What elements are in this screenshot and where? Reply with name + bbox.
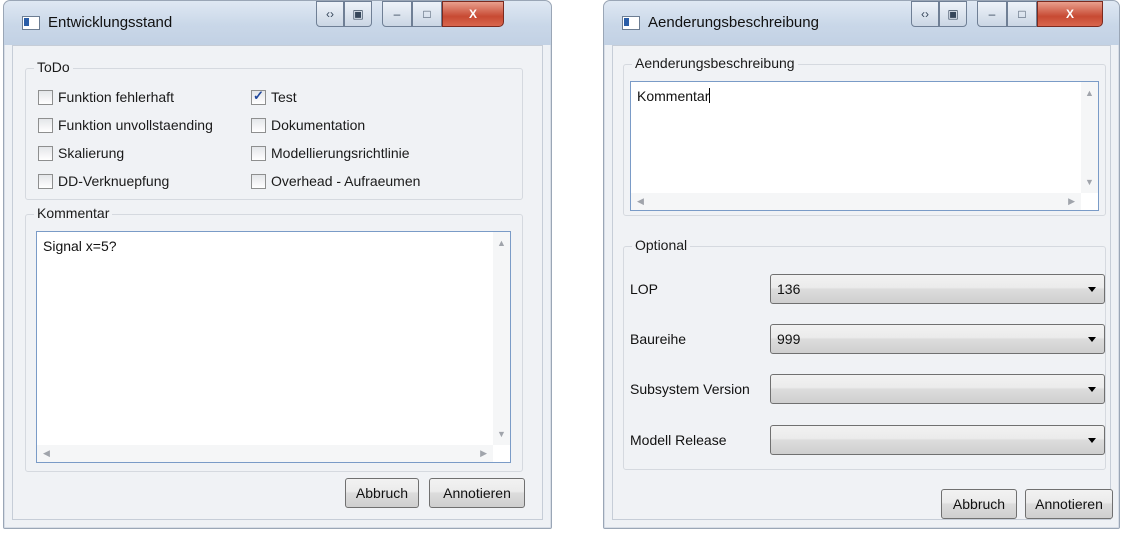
document-icon[interactable]: ▣: [344, 1, 372, 27]
title-bar[interactable]: Entwicklungsstand ‹› ▣ – □ X: [4, 1, 551, 45]
scroll-up-icon[interactable]: ▲: [1085, 88, 1094, 98]
chevron-down-icon: [1088, 387, 1096, 392]
subsystem-version-select[interactable]: [770, 374, 1105, 404]
todo-legend: ToDo: [34, 59, 73, 75]
document-icon[interactable]: ▣: [939, 1, 967, 27]
comment-text: Signal x=5?: [43, 238, 117, 254]
todo-group: ToDo Funktion fehlerhaft Test Funktion u…: [25, 59, 523, 200]
vertical-scrollbar[interactable]: ▲ ▼: [493, 232, 510, 445]
window-title: Entwicklungsstand: [48, 14, 173, 31]
checkbox-label: Dokumentation: [271, 117, 366, 133]
close-button[interactable]: X: [1037, 1, 1103, 27]
aenderungsbeschreibung-window: Aenderungsbeschreibung ‹› ▣ – □ X Aender…: [603, 0, 1120, 529]
description-legend: Aenderungsbeschreibung: [632, 55, 798, 71]
text-caret: [709, 88, 711, 103]
checkbox-icon[interactable]: [251, 145, 266, 161]
title-bar[interactable]: Aenderungsbeschreibung ‹› ▣ – □ X: [604, 1, 1119, 45]
description-textarea[interactable]: Kommentar ▲ ▼ ◀ ▶: [630, 81, 1099, 211]
scroll-right-icon[interactable]: ▶: [480, 448, 487, 459]
checkbox-label: Overhead - Aufraeumen: [271, 173, 421, 189]
checkbox-test[interactable]: Test: [251, 88, 297, 106]
subsystem-version-label: Subsystem Version: [630, 381, 750, 397]
checkbox-label: Funktion unvollstaending: [58, 117, 213, 133]
lop-value: 136: [777, 281, 801, 297]
scroll-down-icon[interactable]: ▼: [1085, 177, 1094, 187]
comment-textarea[interactable]: Signal x=5? ▲ ▼ ◀ ▶: [36, 231, 511, 463]
checkbox-label: Test: [271, 89, 297, 105]
chevron-down-icon: [1088, 438, 1096, 443]
scroll-up-icon[interactable]: ▲: [497, 238, 506, 248]
checkbox-icon[interactable]: [251, 117, 266, 133]
window-icon: [622, 16, 640, 30]
checkbox-icon[interactable]: [251, 173, 266, 189]
baureihe-value: 999: [777, 331, 801, 347]
annotate-button[interactable]: Annotieren: [1025, 489, 1113, 519]
annotate-button[interactable]: Annotieren: [429, 478, 525, 508]
scroll-left-icon[interactable]: ◀: [637, 196, 644, 207]
checkbox-icon[interactable]: [38, 173, 53, 189]
maximize-button[interactable]: □: [412, 1, 442, 27]
checkbox-label: Modellierungsrichtlinie: [271, 145, 410, 161]
optional-group: Optional LOP 136 Baureihe 999 Subsystem …: [623, 237, 1106, 470]
horizontal-scrollbar[interactable]: ◀ ▶: [37, 445, 493, 462]
checkbox-funktion-fehlerhaft[interactable]: Funktion fehlerhaft: [38, 88, 174, 106]
window-client-area: Aenderungsbeschreibung Kommentar ▲ ▼ ◀ ▶…: [612, 45, 1113, 520]
lop-select[interactable]: 136: [770, 274, 1105, 304]
checkbox-overhead-aufraeumen[interactable]: Overhead - Aufraeumen: [251, 172, 420, 190]
description-group: Aenderungsbeschreibung Kommentar ▲ ▼ ◀ ▶: [623, 55, 1106, 216]
checkbox-dokumentation[interactable]: Dokumentation: [251, 116, 365, 134]
entwicklungsstand-window: Entwicklungsstand ‹› ▣ – □ X ToDo Funkti…: [3, 0, 552, 529]
cancel-button[interactable]: Abbruch: [345, 478, 419, 508]
vertical-scrollbar[interactable]: ▲ ▼: [1081, 82, 1098, 193]
codeview-icon[interactable]: ‹›: [316, 1, 344, 27]
modell-release-label: Modell Release: [630, 432, 727, 448]
checkbox-dd-verknuepfung[interactable]: DD-Verknuepfung: [38, 172, 169, 190]
chevron-down-icon: [1088, 337, 1096, 342]
scroll-left-icon[interactable]: ◀: [43, 448, 50, 459]
horizontal-scrollbar[interactable]: ◀ ▶: [631, 193, 1081, 210]
checkbox-checked-icon[interactable]: [251, 88, 266, 105]
checkbox-icon[interactable]: [38, 89, 53, 105]
checkbox-icon[interactable]: [38, 145, 53, 161]
chevron-down-icon: [1088, 287, 1096, 292]
minimize-button[interactable]: –: [977, 1, 1007, 27]
comment-group: Kommentar Signal x=5? ▲ ▼ ◀ ▶: [25, 205, 523, 472]
description-text: Kommentar: [637, 88, 711, 104]
lop-label: LOP: [630, 281, 659, 297]
minimize-button[interactable]: –: [382, 1, 412, 27]
baureihe-label: Baureihe: [630, 331, 687, 347]
window-client-area: ToDo Funktion fehlerhaft Test Funktion u…: [12, 45, 543, 520]
cancel-button[interactable]: Abbruch: [941, 489, 1017, 519]
checkbox-modellierungsrichtlinie[interactable]: Modellierungsrichtlinie: [251, 144, 410, 162]
checkbox-funktion-unvollstaending[interactable]: Funktion unvollstaending: [38, 116, 213, 134]
window-title: Aenderungsbeschreibung: [648, 14, 819, 31]
window-icon: [22, 16, 40, 30]
baureihe-select[interactable]: 999: [770, 324, 1105, 354]
checkbox-skalierung[interactable]: Skalierung: [38, 144, 124, 162]
maximize-button[interactable]: □: [1007, 1, 1037, 27]
comment-legend: Kommentar: [34, 205, 113, 221]
codeview-icon[interactable]: ‹›: [911, 1, 939, 27]
scroll-right-icon[interactable]: ▶: [1068, 196, 1075, 207]
close-button[interactable]: X: [442, 1, 504, 27]
checkbox-label: DD-Verknuepfung: [58, 173, 170, 189]
scroll-down-icon[interactable]: ▼: [497, 429, 506, 439]
modell-release-select[interactable]: [770, 425, 1105, 455]
checkbox-label: Funktion fehlerhaft: [58, 89, 174, 105]
optional-legend: Optional: [632, 237, 691, 253]
checkbox-icon[interactable]: [38, 117, 53, 133]
checkbox-label: Skalierung: [58, 145, 125, 161]
